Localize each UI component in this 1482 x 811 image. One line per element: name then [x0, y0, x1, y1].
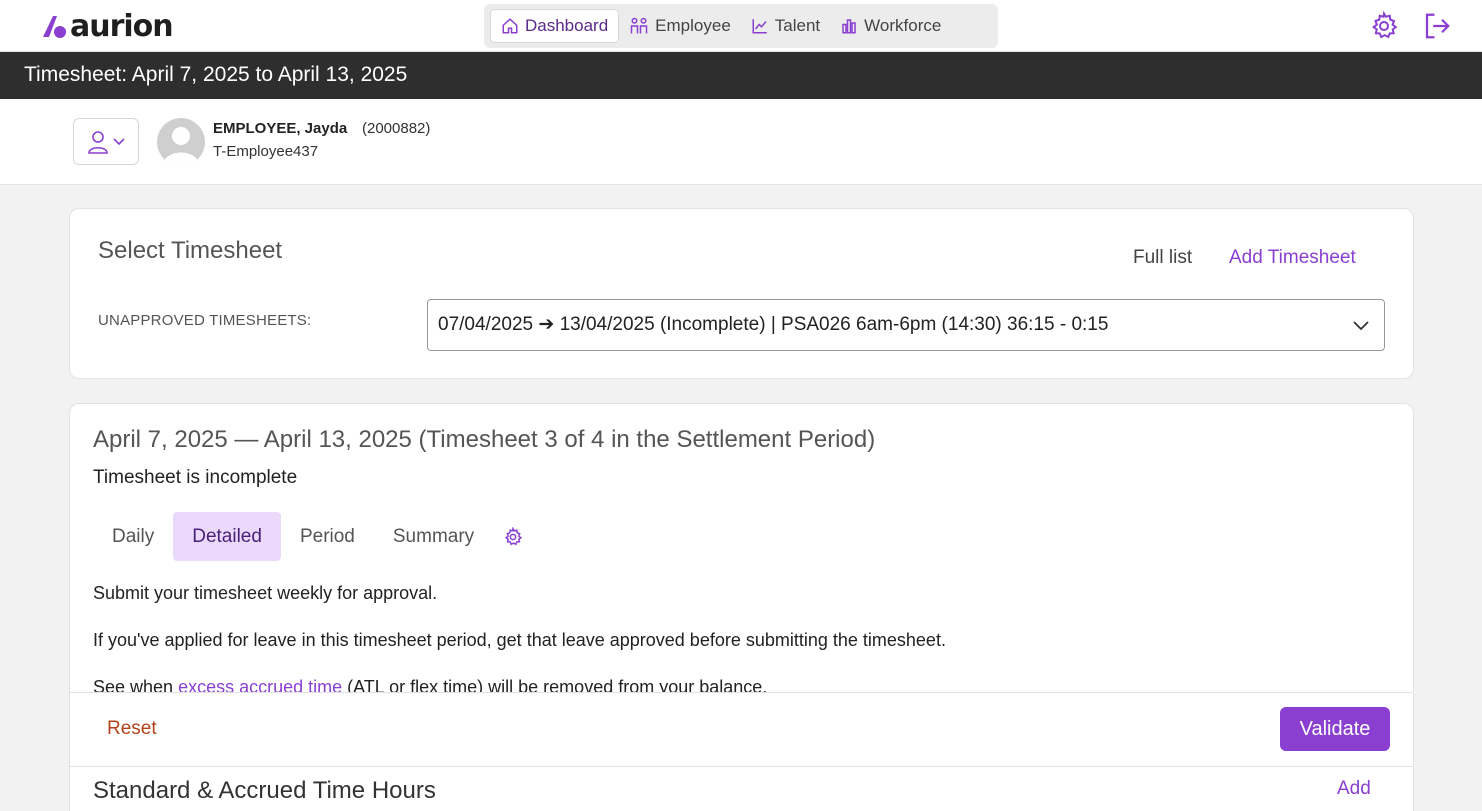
chevron-down-icon [1353, 321, 1369, 331]
nav-talent-label: Talent [774, 16, 821, 35]
tab-detailed[interactable]: Detailed [173, 512, 281, 561]
unapproved-timesheets-label: UNAPPROVED TIMESHEETS: [98, 312, 312, 329]
select-timesheet-card: Select Timesheet Full list Add Timesheet… [69, 208, 1414, 379]
logo-text: aurion [70, 8, 174, 44]
home-icon [502, 18, 518, 34]
page-title: Timesheet: April 7, 2025 to April 13, 20… [24, 63, 408, 86]
timesheet-status: Timesheet is incomplete [93, 467, 298, 488]
nav-dashboard[interactable]: Dashboard [490, 9, 620, 43]
timesheet-select[interactable]: 07/04/2025 ➔ 13/04/2025 (Incomplete) | P… [427, 299, 1385, 351]
aurion-logo[interactable]: aurion [40, 8, 174, 44]
info-leave-approval: If you've applied for leave in this time… [93, 630, 946, 650]
nav-employee-label: Employee [655, 16, 731, 35]
trend-chart-icon [752, 19, 767, 34]
hours-section-title: Standard & Accrued Time Hours [93, 777, 436, 804]
logout-button[interactable] [1421, 10, 1453, 42]
bar-chart-icon [842, 19, 856, 34]
timesheet-select-value: 07/04/2025 ➔ 13/04/2025 (Incomplete) | P… [438, 314, 1109, 335]
employee-code: T-Employee437 [213, 143, 319, 160]
avatar [157, 118, 205, 166]
gear-icon [1371, 11, 1398, 39]
select-timesheet-title: Select Timesheet [98, 237, 283, 264]
gear-icon [504, 526, 523, 545]
add-timesheet-link[interactable]: Add Timesheet [1229, 247, 1356, 269]
add-hours-link[interactable]: Add [1337, 778, 1371, 800]
user-icon [88, 130, 108, 154]
page-title-bar: Timesheet: April 7, 2025 to April 13, 20… [0, 52, 1482, 99]
action-bar: Reset Validate [69, 692, 1414, 766]
tab-period[interactable]: Period [281, 512, 374, 561]
employee-name: EMPLOYEE, Jayda [213, 120, 348, 137]
period-title: April 7, 2025 — April 13, 2025 (Timeshee… [93, 426, 876, 453]
nav-employee[interactable]: Employee [619, 9, 741, 43]
employee-switcher-button[interactable] [73, 118, 139, 165]
nav-workforce-label: Workforce [864, 16, 942, 35]
chevron-down-icon [113, 137, 125, 145]
nav-workforce[interactable]: Workforce [830, 9, 951, 43]
reset-button[interactable]: Reset [107, 718, 157, 740]
standard-accrued-hours-section: Standard & Accrued Time Hours Add [69, 766, 1414, 811]
view-tabs: Daily Detailed Period Summary [93, 512, 533, 561]
employee-bar: EMPLOYEE, Jayda (2000882) T-Employee437 [0, 99, 1482, 185]
employee-id: (2000882) [362, 120, 431, 137]
info-submit-weekly: Submit your timesheet weekly for approva… [93, 583, 438, 603]
nav-talent[interactable]: Talent [741, 9, 830, 43]
tab-settings-button[interactable] [493, 512, 533, 561]
validate-button[interactable]: Validate [1280, 707, 1390, 751]
settings-button[interactable] [1368, 10, 1400, 42]
tab-summary[interactable]: Summary [374, 512, 493, 561]
top-navbar: aurion Dashboard Employee Talent Workfor… [0, 0, 1482, 52]
people-icon [630, 17, 648, 34]
logout-icon [1425, 13, 1450, 39]
tab-daily[interactable]: Daily [93, 512, 173, 561]
full-list-link[interactable]: Full list [1133, 247, 1192, 269]
logo-mark-icon [40, 13, 68, 39]
nav-dashboard-label: Dashboard [525, 16, 609, 35]
main-nav: Dashboard Employee Talent Workforce [484, 4, 998, 48]
